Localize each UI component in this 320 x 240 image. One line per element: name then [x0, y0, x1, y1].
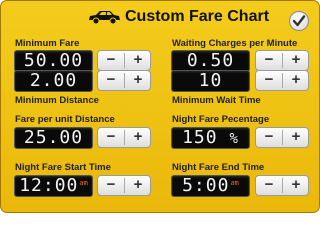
night-fare-end-time-label: Night Fare End Time: [172, 162, 265, 173]
minimum-fare-stepper: − +: [97, 50, 151, 71]
waiting-charges-display: 0.50: [171, 50, 250, 72]
minimum-distance-decrement-button[interactable]: −: [98, 71, 124, 90]
minimum-wait-time-decrement-button[interactable]: −: [256, 71, 282, 90]
fare-per-unit-distance-stepper: − +: [97, 127, 151, 148]
minimum-distance-increment-button[interactable]: +: [125, 71, 151, 90]
night-fare-percentage-display: 150 %: [171, 127, 250, 149]
checkmark-icon: [292, 15, 306, 27]
minimum-fare-display: 50.00: [14, 50, 93, 72]
percent-sign: %: [229, 131, 239, 147]
night-fare-percentage-label: Night Fare Pecentage: [172, 114, 270, 125]
waiting-charges-decrement-button[interactable]: −: [256, 51, 282, 70]
minimum-wait-time-value: 10: [198, 70, 223, 91]
page-title: Custom Fare Chart: [125, 8, 270, 25]
minimum-wait-time-label: Minimum Wait Time: [172, 95, 261, 106]
waiting-charges-stepper: − +: [255, 50, 309, 71]
night-fare-start-time-display: 12:00am: [14, 175, 93, 197]
minimum-wait-time-increment-button[interactable]: +: [283, 71, 309, 90]
title-bar: Custom Fare Chart: [1, 1, 319, 31]
done-button[interactable]: [289, 11, 309, 31]
night-fare-start-time-stepper: − +: [97, 175, 151, 196]
fare-per-unit-distance-value: 25.00: [23, 127, 84, 148]
waiting-charges-label: Waiting Charges per Minute: [172, 38, 298, 49]
night-fare-end-time-display: 5:00am: [171, 175, 250, 197]
car-icon: [89, 11, 120, 25]
night-fare-start-time-decrement-button[interactable]: −: [98, 176, 124, 195]
minimum-fare-increment-button[interactable]: +: [125, 51, 151, 70]
minimum-distance-stepper: − +: [97, 70, 151, 91]
minimum-distance-value: 2.00: [29, 70, 78, 91]
night-fare-end-time-increment-button[interactable]: +: [283, 176, 309, 195]
night-fare-percentage-stepper: − +: [255, 127, 309, 148]
night-fare-start-time-value: 12:00: [19, 175, 79, 196]
night-fare-start-time-increment-button[interactable]: +: [125, 176, 151, 195]
am-pm-indicator: am: [79, 179, 88, 187]
minimum-fare-label: Minimum Fare: [15, 38, 80, 49]
night-fare-end-time-decrement-button[interactable]: −: [256, 176, 282, 195]
night-fare-end-time-stepper: − +: [255, 175, 309, 196]
night-fare-end-time-value: 5:00: [182, 175, 230, 196]
waiting-charges-value: 0.50: [186, 50, 235, 71]
minimum-wait-time-stepper: − +: [255, 70, 309, 91]
night-fare-percentage-increment-button[interactable]: +: [283, 128, 309, 147]
night-fare-start-time-label: Night Fare Start Time: [15, 162, 111, 173]
minimum-distance-display: 2.00: [14, 70, 93, 92]
fare-per-unit-distance-decrement-button[interactable]: −: [98, 128, 124, 147]
fare-per-unit-distance-label: Fare per unit Distance: [15, 114, 115, 125]
fare-per-unit-distance-increment-button[interactable]: +: [125, 128, 151, 147]
night-fare-percentage-value: 150: [182, 127, 218, 148]
minimum-fare-decrement-button[interactable]: −: [98, 51, 124, 70]
minimum-distance-label: Minimum Distance: [15, 95, 99, 106]
minimum-wait-time-display: 10: [171, 70, 250, 92]
fare-per-unit-distance-display: 25.00: [14, 127, 93, 149]
am-pm-indicator: am: [230, 179, 239, 187]
minimum-fare-value: 50.00: [23, 50, 84, 71]
night-fare-percentage-decrement-button[interactable]: −: [256, 128, 282, 147]
waiting-charges-increment-button[interactable]: +: [283, 51, 309, 70]
fare-chart-panel: Custom Fare Chart Minimum Fare 50.00 − +…: [0, 0, 320, 213]
